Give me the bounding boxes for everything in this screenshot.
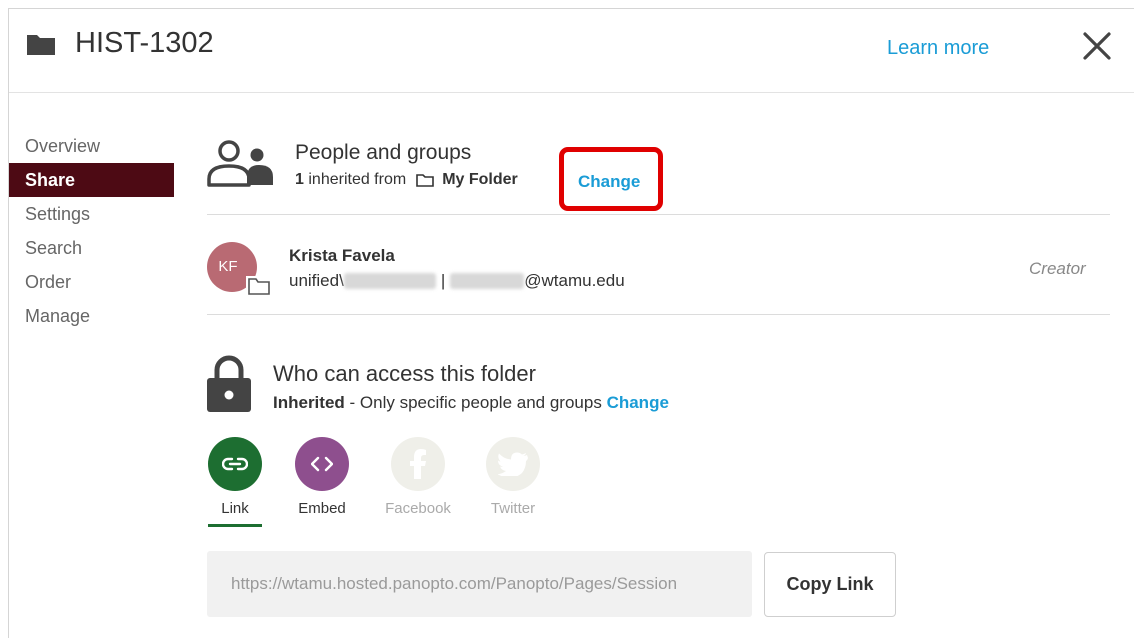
- sidebar-item-search[interactable]: Search: [9, 231, 174, 265]
- user-role: Creator: [1029, 259, 1086, 278]
- divider: [207, 214, 1110, 215]
- access-level: Inherited: [273, 393, 345, 412]
- share-option-embed[interactable]: Embed: [287, 437, 357, 517]
- access-section-title: Who can access this folder: [273, 361, 536, 386]
- page-title: HIST-1302: [75, 27, 214, 59]
- link-icon[interactable]: [208, 437, 262, 491]
- share-label-twitter: Twitter: [490, 500, 536, 517]
- access-change-link[interactable]: Change: [607, 393, 669, 412]
- highlight-annotation: [559, 147, 663, 211]
- user-name: Krista Favela: [289, 246, 395, 265]
- inherited-info: 1 inherited from My Folder: [295, 171, 518, 189]
- folder-icon: [27, 35, 55, 55]
- user-email: unified\ | @wtamu.edu: [289, 271, 625, 291]
- redacted-block: [450, 273, 525, 289]
- twitter-icon: [486, 437, 540, 491]
- sidebar-item-order[interactable]: Order: [9, 265, 174, 299]
- share-label-embed: Embed: [298, 500, 346, 517]
- dialog-header: HIST-1302 Learn more: [9, 9, 1134, 93]
- folder-badge-icon: [246, 276, 272, 296]
- people-section-title: People and groups: [295, 141, 472, 164]
- sidebar-item-settings[interactable]: Settings: [9, 197, 174, 231]
- inherited-folder-name: My Folder: [442, 171, 518, 188]
- share-option-twitter: Twitter: [478, 437, 548, 517]
- access-description: - Only specific people and groups: [344, 393, 607, 412]
- sidebar-nav: Overview Share Settings Search Order Man…: [9, 129, 174, 333]
- email-prefix: unified\: [289, 271, 344, 290]
- close-icon[interactable]: [1082, 31, 1112, 61]
- divider: [207, 314, 1110, 315]
- sidebar-item-manage[interactable]: Manage: [9, 299, 174, 333]
- share-option-facebook: Facebook: [383, 437, 453, 517]
- facebook-icon: [391, 437, 445, 491]
- inherited-text: inherited from: [308, 171, 407, 188]
- redacted-block: [343, 273, 436, 289]
- lock-icon: [207, 355, 251, 412]
- learn-more-link[interactable]: Learn more: [887, 37, 989, 60]
- share-label-link: Link: [221, 500, 249, 517]
- email-separator: |: [440, 271, 446, 290]
- share-label-facebook: Facebook: [385, 500, 451, 517]
- active-tab-indicator: [208, 524, 262, 527]
- sidebar-item-share[interactable]: Share: [9, 163, 174, 197]
- sidebar-item-overview[interactable]: Overview: [9, 129, 174, 163]
- folder-outline-icon: [416, 173, 434, 187]
- share-dialog: HIST-1302 Learn more Overview Share Sett…: [8, 8, 1134, 638]
- access-info: Inherited - Only specific people and gro…: [273, 393, 669, 413]
- share-option-link[interactable]: Link: [200, 437, 270, 517]
- embed-icon[interactable]: [295, 437, 349, 491]
- copy-link-button[interactable]: Copy Link: [764, 552, 896, 617]
- share-link-field[interactable]: https://wtamu.hosted.panopto.com/Panopto…: [207, 551, 752, 617]
- email-domain: @wtamu.edu: [524, 271, 625, 290]
- inherited-count: 1: [295, 171, 304, 188]
- people-icon: [207, 140, 273, 187]
